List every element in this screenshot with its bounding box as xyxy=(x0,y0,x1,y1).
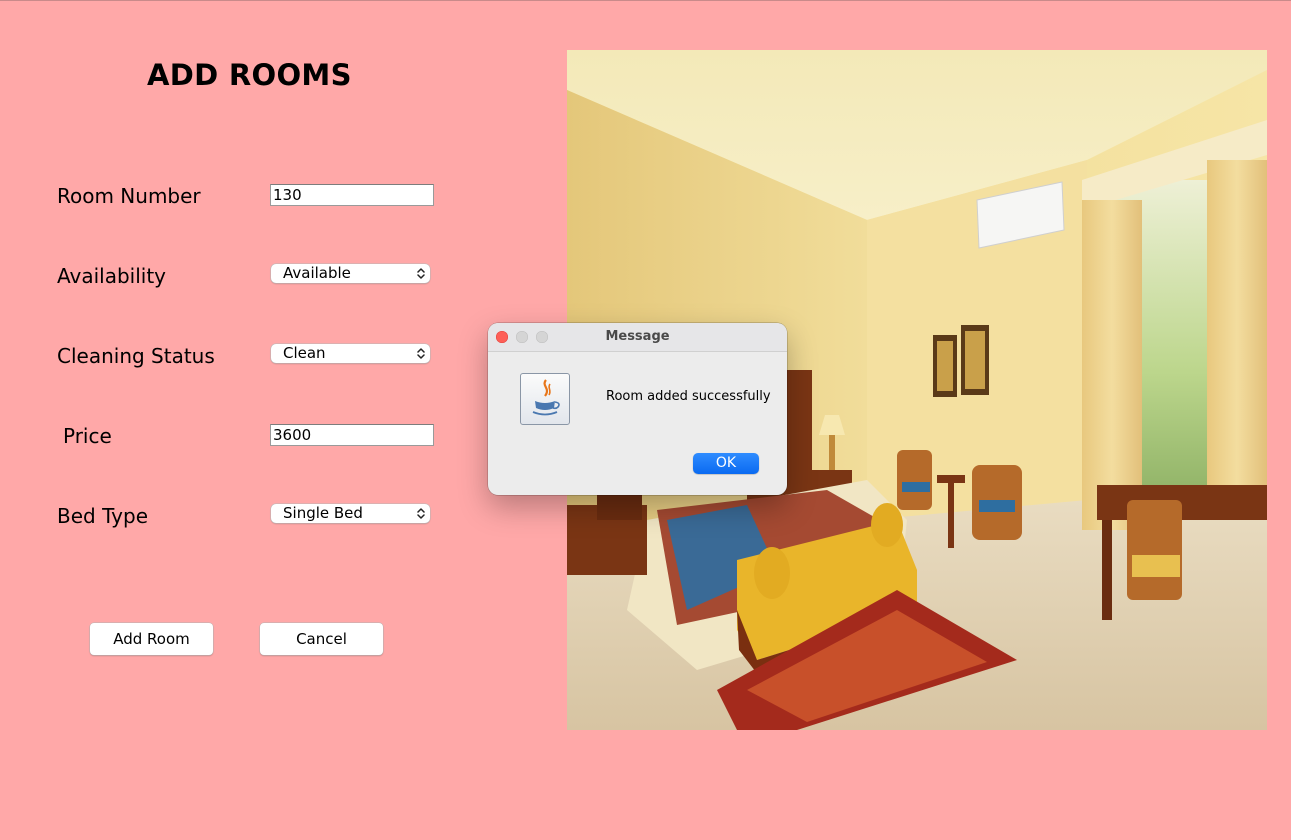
room-number-field[interactable]: 130 xyxy=(270,184,434,206)
updown-chevron-icon xyxy=(417,268,425,279)
availability-select[interactable]: Available xyxy=(271,264,430,283)
room-number-label: Room Number xyxy=(57,184,201,208)
dialog-titlebar[interactable]: Message xyxy=(488,323,787,352)
page-title: ADD ROOMS xyxy=(147,58,352,92)
cleaning-status-value: Clean xyxy=(283,344,326,362)
availability-label: Availability xyxy=(57,264,167,288)
price-field[interactable]: 3600 xyxy=(270,424,434,446)
bed-type-value: Single Bed xyxy=(283,504,363,522)
cleaning-status-label: Cleaning Status xyxy=(57,344,215,368)
window-top-border xyxy=(0,0,1291,1)
bed-type-label: Bed Type xyxy=(57,504,149,528)
cancel-button[interactable]: Cancel xyxy=(260,623,383,655)
add-room-button[interactable]: Add Room xyxy=(90,623,213,655)
availability-value: Available xyxy=(283,264,351,282)
dialog-title: Message xyxy=(605,329,670,344)
updown-chevron-icon xyxy=(417,348,425,359)
price-label: Price xyxy=(63,424,112,448)
java-cup-icon xyxy=(520,373,570,425)
cleaning-status-select[interactable]: Clean xyxy=(271,344,430,363)
dialog-message: Room added successfully xyxy=(606,389,771,404)
bed-type-select[interactable]: Single Bed xyxy=(271,504,430,523)
updown-chevron-icon xyxy=(417,508,425,519)
ok-button[interactable]: OK xyxy=(693,453,759,474)
message-dialog: Message Room added successfully OK xyxy=(488,323,787,495)
